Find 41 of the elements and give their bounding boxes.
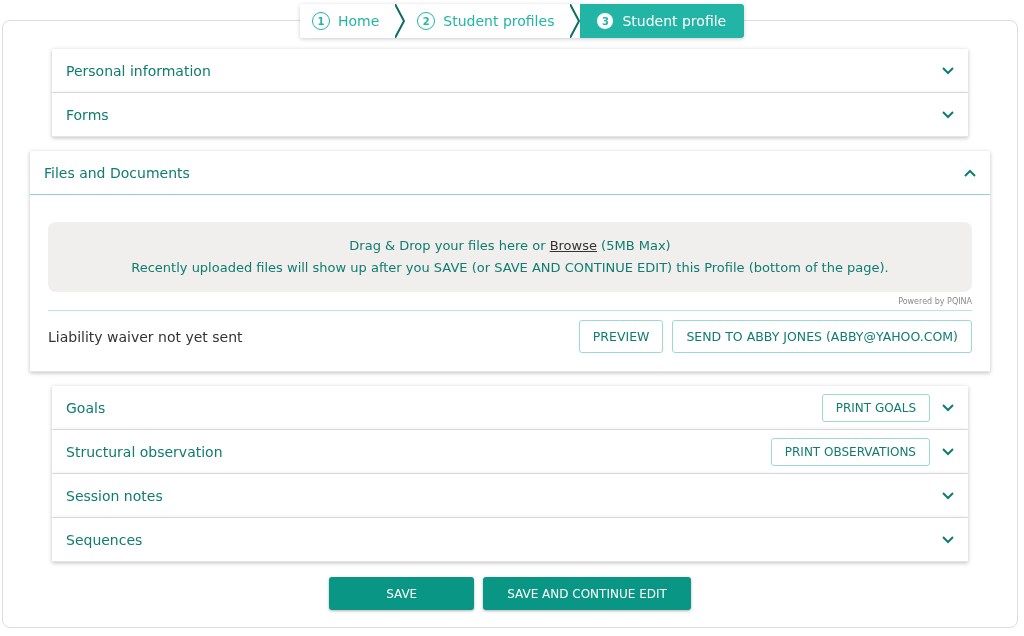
print-button[interactable]: PRINT GOALS <box>821 393 930 422</box>
section-title: Files and Documents <box>44 164 191 181</box>
step-number: 3 <box>596 12 615 30</box>
save-button[interactable]: SAVE AND CONTINUE EDIT <box>483 577 691 610</box>
step-number: 1 <box>312 12 330 30</box>
credit-text: Powered by PQINA <box>898 297 972 306</box>
drop-zone-note: Recently uploaded files will show up after you SAVE (or SAVE AND CONTINUE EDIT) this Profile (bottom of the page). <box>130 259 890 277</box>
print-button[interactable]: PRINT OBSERVATIONS <box>770 437 930 466</box>
section-title: Session notes <box>66 487 164 504</box>
chevron-down-icon[interactable] <box>942 110 954 119</box>
section-title: Forms <box>66 106 110 123</box>
drop-zone-text: Drag & Drop your files here or Browse (5MB Max) <box>348 237 672 255</box>
section-title: Goals <box>66 399 107 416</box>
section-title: Sequences <box>66 531 144 548</box>
action-button[interactable]: SEND TO ABBY JONES (ABBY@YAHOO.COM) <box>672 320 972 353</box>
step-label: Home <box>338 13 380 29</box>
waiver-status: Liability waiver not yet sent <box>48 328 244 345</box>
step-number: 2 <box>417 12 436 30</box>
chevron-icon <box>570 4 581 38</box>
accordion-header[interactable]: Sequences <box>52 518 968 561</box>
chevron-down-icon[interactable] <box>942 447 954 456</box>
section-title: Structural observation <box>66 443 224 460</box>
step-label: Student profile <box>622 13 727 29</box>
accordion-header[interactable]: Forms <box>52 93 968 136</box>
section-title: Personal information <box>66 62 212 79</box>
chevron-down-icon[interactable] <box>942 66 954 75</box>
chevron-down-icon[interactable] <box>942 535 954 544</box>
step-label: Student profiles <box>443 13 555 29</box>
action-button[interactable]: PREVIEW <box>578 320 664 353</box>
accordion-header[interactable]: Personal information <box>52 49 968 92</box>
save-button[interactable]: SAVE <box>329 577 475 610</box>
accordion-header[interactable]: Structural observation PRINT OBSERVATIONS <box>52 430 968 473</box>
drop-zone[interactable]: Drag & Drop your files here or Browse (5MB Max) Recently uploaded files will show up after you SAVE (or SAVE AND CONTINUE EDIT) this Profile (bottom of the page). <box>48 222 972 292</box>
chevron-down-icon[interactable] <box>942 491 954 500</box>
browse-link[interactable]: Browse <box>549 238 597 253</box>
accordion-header[interactable]: Session notes <box>52 474 968 517</box>
chevron-up-icon[interactable] <box>964 168 976 177</box>
chevron-icon <box>395 4 406 38</box>
accordion-header[interactable]: Goals PRINT GOALS <box>52 386 968 429</box>
chevron-down-icon[interactable] <box>942 403 954 412</box>
accordion-header[interactable]: Files and Documents <box>30 151 990 195</box>
